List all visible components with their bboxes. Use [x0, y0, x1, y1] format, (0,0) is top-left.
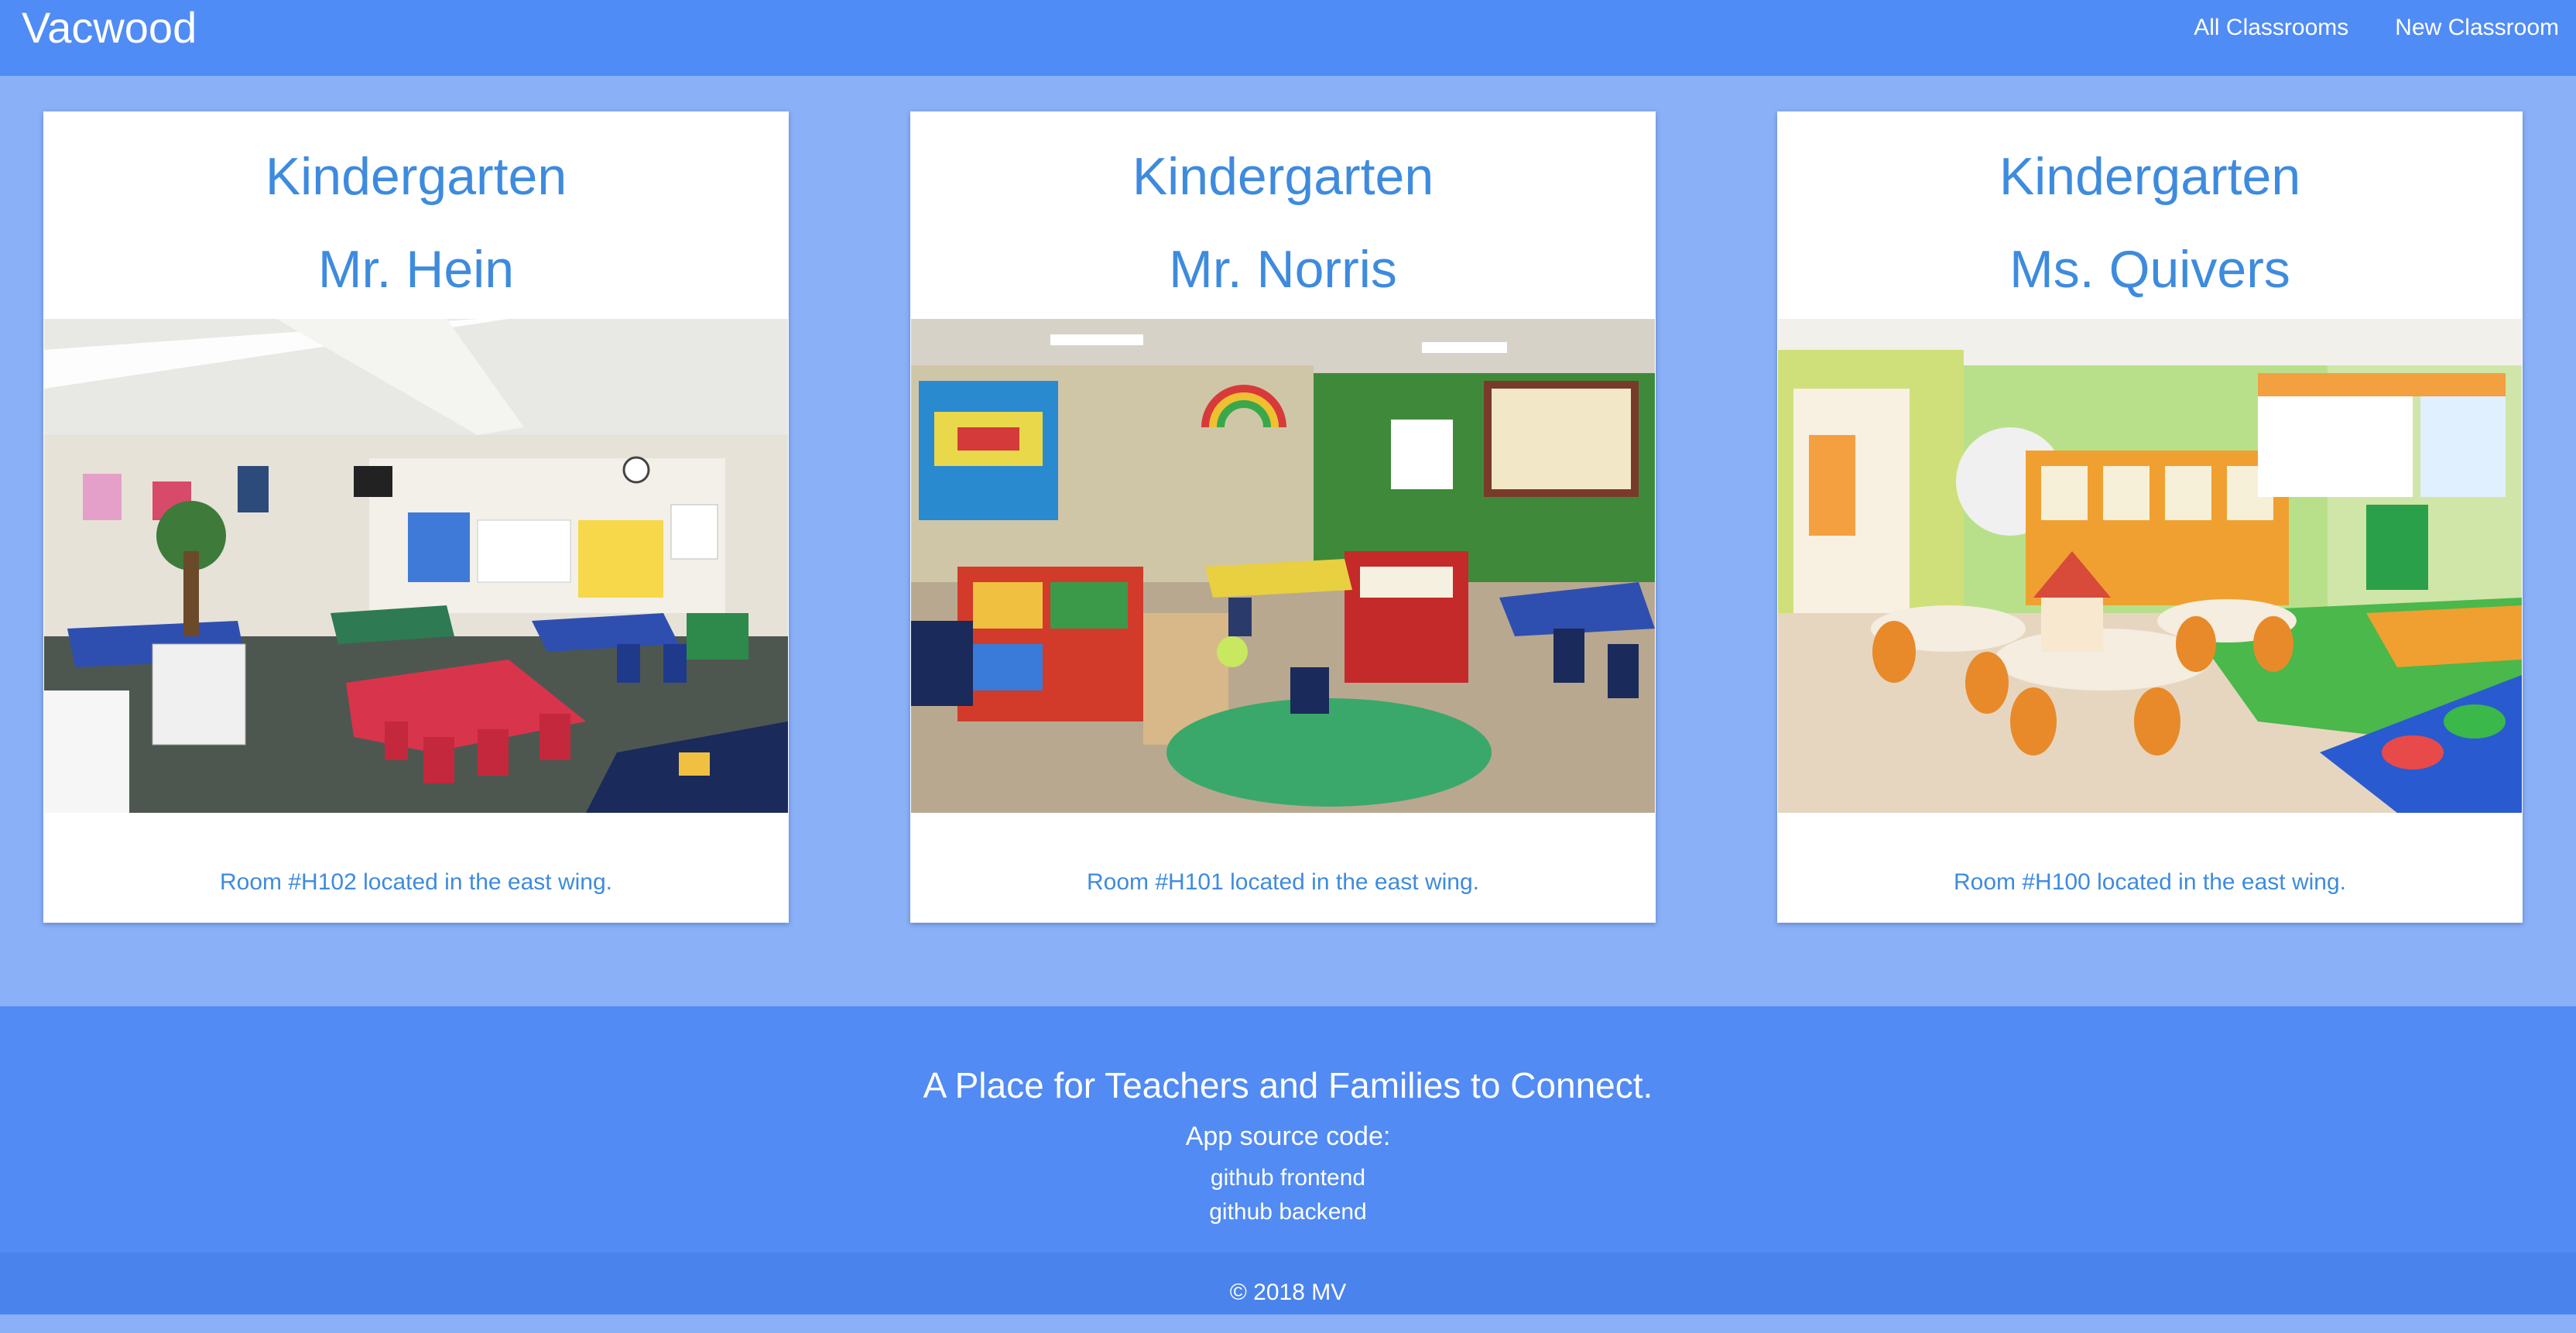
- classroom-grade: Kindergarten: [1132, 147, 1434, 206]
- navbar: Vacwood All Classrooms New Classroom: [0, 0, 2576, 76]
- classroom-photo[interactable]: [1778, 319, 2522, 813]
- classroom-card[interactable]: Kindergarten Ms. Quivers Room #H100 loca…: [1777, 111, 2523, 923]
- classroom-teacher: Mr. Hein: [317, 240, 515, 299]
- footer-tagline: A Place for Teachers and Families to Con…: [923, 1065, 1653, 1105]
- github-frontend-link[interactable]: github frontend: [0, 1163, 2576, 1194]
- nav-link-all-classrooms[interactable]: All Classrooms: [2194, 15, 2348, 41]
- classroom-photo[interactable]: [44, 319, 788, 813]
- classroom-teacher: Ms. Quivers: [2009, 240, 2290, 299]
- classroom-list: Kindergarten Mr. Hein Room #H102 located…: [0, 111, 2576, 924]
- footer: A Place for Teachers and Families to Con…: [0, 1006, 2576, 1252]
- classroom-photo[interactable]: [911, 319, 1655, 813]
- copyright-text: © 2018 MV: [1229, 1280, 1347, 1305]
- classroom-grade: Kindergarten: [1999, 147, 2301, 206]
- classroom-description: Room #H101 located in the east wing.: [1087, 869, 1479, 895]
- classroom-description: Room #H100 located in the east wing.: [1954, 869, 2346, 895]
- classroom-grade: Kindergarten: [265, 147, 567, 206]
- copyright-bar: © 2018 MV: [0, 1252, 2576, 1314]
- github-backend-link[interactable]: github backend: [0, 1197, 2576, 1228]
- brand-logo[interactable]: Vacwood: [22, 0, 197, 56]
- nav-link-new-classroom[interactable]: New Classroom: [2395, 15, 2559, 41]
- classroom-description: Room #H102 located in the east wing.: [220, 869, 612, 895]
- source-code-label: App source code:: [1185, 1122, 1391, 1151]
- nav-links: All Classrooms New Classroom: [2147, 0, 2559, 56]
- classroom-card[interactable]: Kindergarten Mr. Norris Room #H101 locat…: [910, 111, 1656, 923]
- classroom-teacher: Mr. Norris: [1169, 240, 1397, 299]
- classroom-card[interactable]: Kindergarten Mr. Hein Room #H102 located…: [43, 111, 789, 923]
